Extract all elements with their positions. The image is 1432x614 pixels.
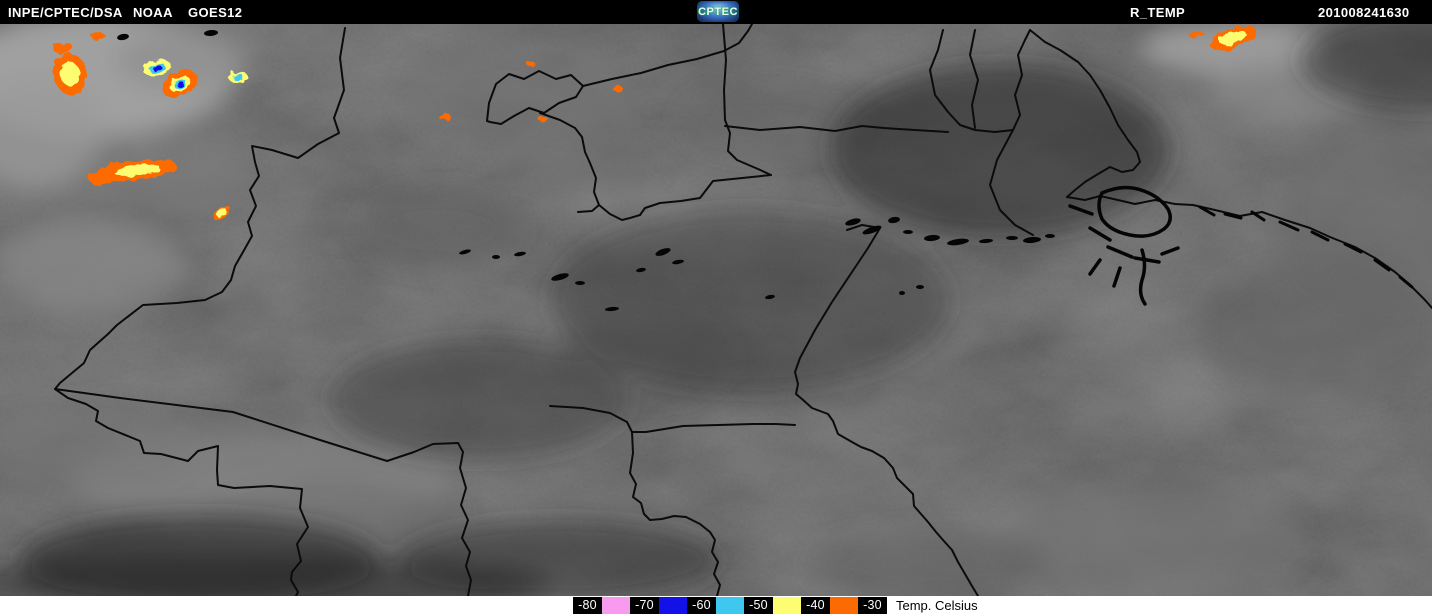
legend-label: -70 — [630, 596, 659, 614]
legend-swatch-pink — [602, 596, 630, 614]
storm-cell — [613, 86, 623, 92]
legend-swatch-cyan — [716, 596, 744, 614]
header-bar: INPE/CPTEC/DSA NOAA GOES12 CPTEC R_TEMP … — [0, 0, 1432, 24]
storm-cell — [91, 32, 105, 40]
cptec-logo-text: CPTEC — [698, 5, 738, 18]
legend-label: -60 — [687, 596, 716, 614]
legend-cells: -80 -70 -60 -50 -40 -30 — [573, 596, 887, 614]
product-label: R_TEMP — [1130, 5, 1186, 20]
source-label: INPE/CPTEC/DSA — [8, 5, 123, 20]
satellite-map — [0, 0, 1432, 614]
legend-label: -80 — [573, 596, 602, 614]
legend-swatch-yellow — [773, 596, 801, 614]
legend-swatch-blue — [659, 596, 687, 614]
satellite-label: GOES12 — [188, 5, 243, 20]
legend-swatch-orange — [830, 596, 858, 614]
legend: -80 -70 -60 -50 -40 -30 Temp. Celsius — [573, 596, 978, 614]
legend-label: -40 — [801, 596, 830, 614]
storm-cell — [527, 61, 535, 67]
datetime-label: 201008241630 — [1318, 5, 1410, 20]
cptec-logo: CPTEC — [697, 1, 739, 22]
legend-title: Temp. Celsius — [896, 597, 978, 613]
agency-label: NOAA — [133, 5, 173, 20]
legend-label: -30 — [858, 596, 887, 614]
satellite-cloud-layer — [0, 0, 1432, 614]
legend-bar: -80 -70 -60 -50 -40 -30 Temp. Celsius — [0, 596, 1432, 614]
storm-cell — [538, 116, 548, 122]
legend-label: -50 — [744, 596, 773, 614]
satellite-image-viewer: INPE/CPTEC/DSA NOAA GOES12 CPTEC R_TEMP … — [0, 0, 1432, 614]
